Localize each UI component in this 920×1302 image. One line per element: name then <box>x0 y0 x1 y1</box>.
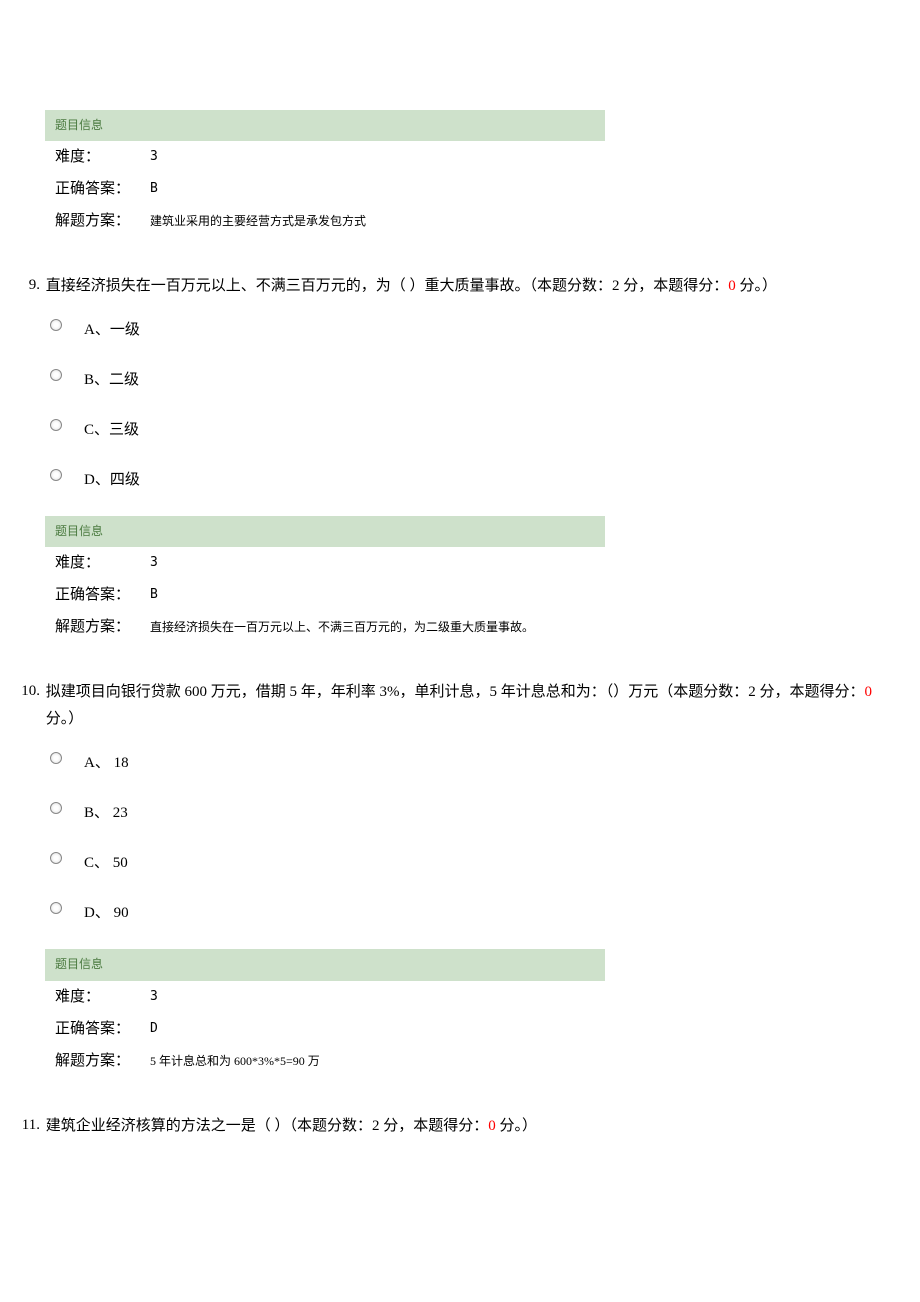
radio-icon[interactable] <box>50 319 62 331</box>
radio-icon[interactable] <box>50 802 62 814</box>
question-number: 9. <box>0 273 40 297</box>
q9-option-c[interactable]: C、三级 <box>50 416 920 442</box>
q9-info-box: 题目信息 难度： 3 正确答案： B 解题方案： 直接经济损失在一百万元以上、不… <box>45 516 605 643</box>
q10-option-b[interactable]: B、 23 <box>50 799 920 825</box>
score-zero: 0 <box>865 684 873 700</box>
radio-icon[interactable] <box>50 419 62 431</box>
question-9: 9. 直接经济损失在一百万元以上、不满三百万元的，为（ ）重大质量事故。（本题分… <box>0 273 920 492</box>
score-zero: 0 <box>488 1118 496 1134</box>
q10-option-c[interactable]: C、 50 <box>50 849 920 875</box>
q9-option-a[interactable]: A、一级 <box>50 316 920 342</box>
q10-info-box: 题目信息 难度： 3 正确答案： D 解题方案： 5 年计息总和为 600*3%… <box>45 949 605 1076</box>
difficulty-label: 难度： <box>45 981 140 1013</box>
difficulty-label: 难度： <box>45 547 140 579</box>
difficulty-label: 难度： <box>45 141 140 173</box>
q9-options: A、一级 B、二级 C、三级 D、四级 <box>50 316 920 492</box>
question-11: 11. 建筑企业经济核算的方法之一是（ ）（本题分数：2 分，本题得分：0 分。… <box>0 1113 920 1140</box>
info-header: 题目信息 <box>45 949 605 980</box>
answer-value: D <box>140 1013 605 1045</box>
q10-options: A、 18 B、 23 C、 50 D、 90 <box>50 749 920 925</box>
q10-option-a[interactable]: A、 18 <box>50 749 920 775</box>
answer-label: 正确答案： <box>45 579 140 611</box>
solution-label: 解题方案： <box>45 611 140 643</box>
solution-label: 解题方案： <box>45 1045 140 1077</box>
answer-value: B <box>140 173 605 205</box>
solution-value: 建筑业采用的主要经营方式是承发包方式 <box>140 205 605 237</box>
solution-value: 直接经济损失在一百万元以上、不满三百万元的，为二级重大质量事故。 <box>140 611 605 643</box>
answer-label: 正确答案： <box>45 1013 140 1045</box>
info-header: 题目信息 <box>45 516 605 547</box>
difficulty-value: 3 <box>140 547 605 579</box>
q10-option-d[interactable]: D、 90 <box>50 899 920 925</box>
answer-label: 正确答案： <box>45 173 140 205</box>
difficulty-value: 3 <box>140 981 605 1013</box>
question-number: 11. <box>0 1113 40 1137</box>
question-10: 10. 拟建项目向银行贷款 600 万元，借期 5 年，年利率 3%，单利计息，… <box>0 679 920 925</box>
q9-option-d[interactable]: D、四级 <box>50 466 920 492</box>
info-header: 题目信息 <box>45 110 605 141</box>
question-text: 建筑企业经济核算的方法之一是（ ）（本题分数：2 分，本题得分：0 分。） <box>44 1113 904 1140</box>
radio-icon[interactable] <box>50 369 62 381</box>
radio-icon[interactable] <box>50 852 62 864</box>
solution-value: 5 年计息总和为 600*3%*5=90 万 <box>140 1045 605 1077</box>
radio-icon[interactable] <box>50 902 62 914</box>
solution-label: 解题方案： <box>45 205 140 237</box>
question-text: 直接经济损失在一百万元以上、不满三百万元的，为（ ）重大质量事故。（本题分数：2… <box>44 273 904 300</box>
question-text: 拟建项目向银行贷款 600 万元，借期 5 年，年利率 3%，单利计息，5 年计… <box>44 679 904 733</box>
radio-icon[interactable] <box>50 752 62 764</box>
radio-icon[interactable] <box>50 469 62 481</box>
question-number: 10. <box>0 679 40 703</box>
score-zero: 0 <box>728 278 736 294</box>
answer-value: B <box>140 579 605 611</box>
difficulty-value: 3 <box>140 141 605 173</box>
q8-info-box: 题目信息 难度： 3 正确答案： B 解题方案： 建筑业采用的主要经营方式是承发… <box>45 110 605 237</box>
q9-option-b[interactable]: B、二级 <box>50 366 920 392</box>
